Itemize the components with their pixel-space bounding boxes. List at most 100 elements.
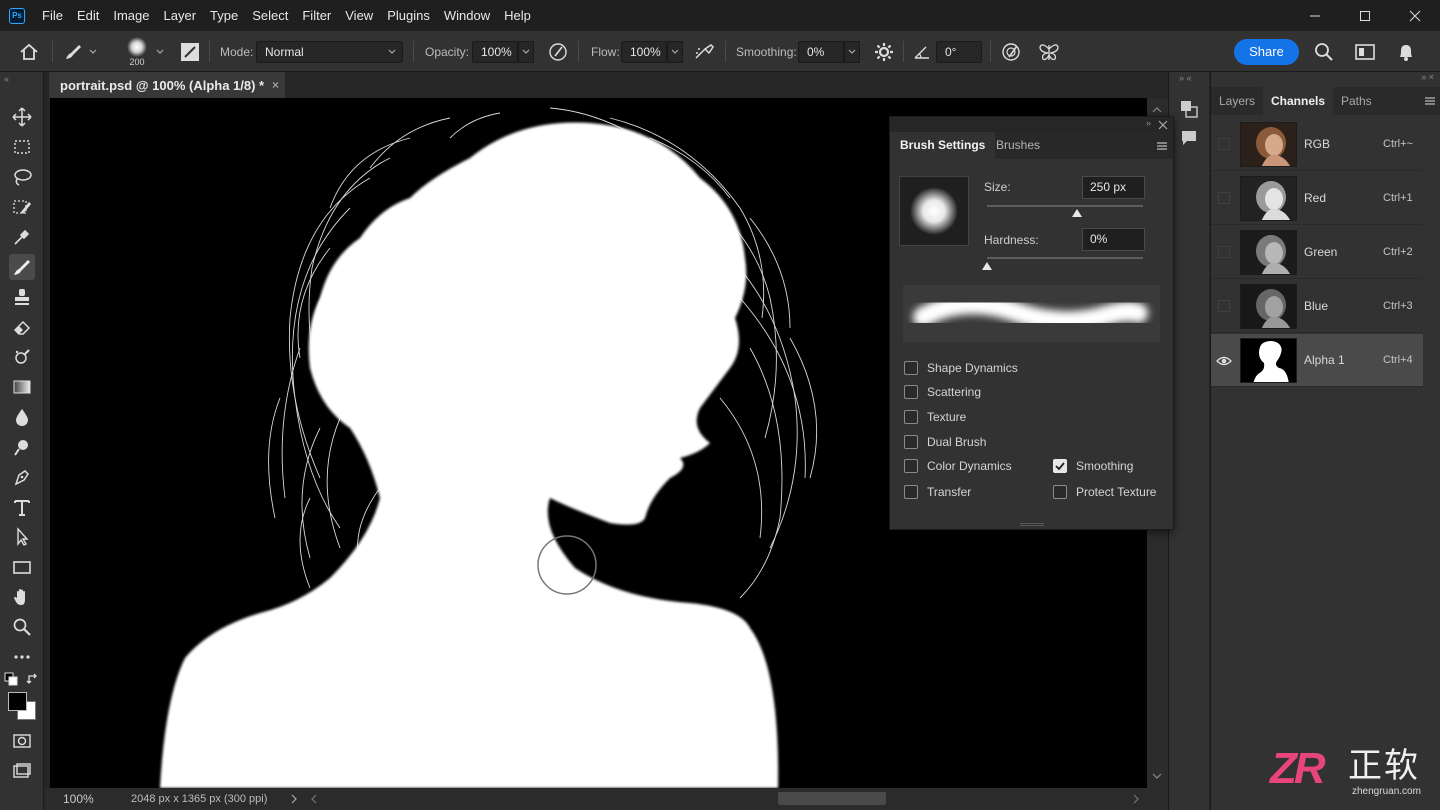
default-colors-button[interactable] (4, 672, 18, 686)
panel-menu-icon[interactable] (1155, 139, 1169, 153)
smoothing-checkbox[interactable] (1053, 459, 1067, 473)
eyedropper-tool[interactable] (9, 224, 35, 250)
collapse-toolbar-icon[interactable]: « (4, 74, 9, 84)
size-slider-handle[interactable] (1072, 209, 1083, 217)
option-scattering[interactable]: Scattering (904, 383, 981, 401)
option-dual-brush[interactable]: Dual Brush (904, 433, 986, 451)
texture-checkbox[interactable] (904, 410, 918, 424)
expand-panels-icon[interactable]: » « (1179, 73, 1192, 83)
minimize-button[interactable] (1290, 0, 1340, 31)
quick-mask-button[interactable] (9, 728, 35, 754)
option-protect-texture[interactable]: Protect Texture (1053, 483, 1156, 501)
scroll-right-icon[interactable] (1131, 793, 1141, 805)
smoothing-options-button[interactable] (873, 31, 895, 72)
transfer-checkbox[interactable] (904, 485, 918, 499)
collapse-panel-icon[interactable]: » × (1421, 72, 1434, 82)
tab-brushes[interactable]: Brushes (986, 132, 1050, 159)
panel-menu-icon[interactable] (1423, 94, 1437, 108)
option-texture[interactable]: Texture (904, 408, 966, 426)
dodge-tool[interactable] (9, 434, 35, 460)
blur-tool[interactable] (9, 404, 35, 430)
foreground-color-swatch[interactable] (8, 692, 27, 711)
menu-edit[interactable]: Edit (70, 0, 106, 31)
share-button[interactable]: Share (1234, 39, 1299, 65)
tab-channels[interactable]: Channels (1263, 87, 1334, 115)
size-slider-track[interactable] (987, 205, 1143, 207)
airbrush-button[interactable] (693, 31, 717, 72)
channel-row-blue[interactable]: Blue Ctrl+3 (1211, 280, 1423, 333)
paint-bucket-tool[interactable] (9, 344, 35, 370)
marquee-tool[interactable] (9, 134, 35, 160)
pen-tool[interactable] (9, 464, 35, 490)
option-transfer[interactable]: Transfer (904, 483, 971, 501)
channel-row-green[interactable]: Green Ctrl+2 (1211, 226, 1423, 279)
collapse-panel-icon[interactable]: » (1146, 118, 1151, 128)
rectangle-tool[interactable] (9, 554, 35, 580)
shape-dynamics-checkbox[interactable] (904, 361, 918, 375)
chevron-right-icon[interactable] (289, 793, 299, 805)
scattering-checkbox[interactable] (904, 385, 918, 399)
option-shape-dynamics[interactable]: Shape Dynamics (904, 359, 1018, 377)
eye-icon[interactable] (1216, 353, 1232, 369)
tool-preset-picker[interactable] (62, 31, 98, 72)
brush-tool[interactable] (9, 254, 35, 280)
channel-row-rgb[interactable]: RGB Ctrl+~ (1211, 118, 1423, 171)
close-document-button[interactable]: × (272, 78, 279, 92)
close-panel-icon[interactable] (1158, 120, 1168, 130)
protect-texture-checkbox[interactable] (1053, 485, 1067, 499)
angle-field[interactable]: 0° (936, 31, 982, 72)
mode-select[interactable]: Normal (256, 31, 403, 72)
menu-select[interactable]: Select (245, 0, 295, 31)
opacity-field[interactable]: 100% (472, 31, 534, 72)
size-field[interactable]: 250 px (1082, 176, 1145, 199)
gradient-tool[interactable] (9, 374, 35, 400)
edit-toolbar-button[interactable] (9, 644, 35, 670)
visibility-toggle[interactable] (1218, 192, 1230, 204)
resize-grip[interactable] (1020, 523, 1044, 526)
menu-window[interactable]: Window (437, 0, 497, 31)
flow-field[interactable]: 100% (621, 31, 683, 72)
smoothing-dropdown[interactable] (844, 40, 860, 63)
opacity-dropdown[interactable] (518, 40, 534, 63)
menu-type[interactable]: Type (203, 0, 245, 31)
clone-stamp-tool[interactable] (9, 284, 35, 310)
maximize-button[interactable] (1340, 0, 1390, 31)
visibility-toggle[interactable] (1218, 138, 1230, 150)
eraser-tool[interactable] (9, 314, 35, 340)
notifications-button[interactable] (1396, 31, 1416, 72)
pressure-size-button[interactable] (1000, 31, 1022, 72)
screen-mode-button[interactable] (9, 758, 35, 784)
menu-plugins[interactable]: Plugins (380, 0, 437, 31)
symmetry-button[interactable] (1037, 31, 1061, 72)
scroll-left-icon[interactable] (309, 793, 319, 805)
visibility-toggle[interactable] (1218, 300, 1230, 312)
horizontal-scroll-thumb[interactable] (778, 792, 886, 805)
workspace-button[interactable] (1354, 31, 1376, 72)
channel-row-alpha-1[interactable]: Alpha 1 Ctrl+4 (1211, 334, 1423, 387)
brush-settings-toggle[interactable] (180, 31, 200, 72)
panel-header[interactable]: » (890, 117, 1173, 132)
tab-layers[interactable]: Layers (1211, 87, 1263, 115)
zoom-level[interactable]: 100% (63, 792, 94, 806)
visibility-toggle[interactable] (1218, 246, 1230, 258)
hand-tool[interactable] (9, 584, 35, 610)
close-window-button[interactable] (1390, 0, 1440, 31)
type-tool[interactable] (9, 494, 35, 520)
zoom-tool[interactable] (9, 614, 35, 640)
history-panel-button[interactable] (1179, 99, 1199, 119)
menu-help[interactable]: Help (497, 0, 538, 31)
menu-layer[interactable]: Layer (157, 0, 204, 31)
dual-brush-checkbox[interactable] (904, 435, 918, 449)
home-button[interactable] (18, 31, 40, 72)
hardness-field[interactable]: 0% (1082, 228, 1145, 251)
comments-panel-button[interactable] (1179, 128, 1199, 148)
flow-dropdown[interactable] (667, 40, 683, 63)
document-tab[interactable]: portrait.psd @ 100% (Alpha 1/8) * × (49, 72, 285, 98)
option-color-dynamics[interactable]: Color Dynamics (904, 457, 1012, 475)
brush-preset-picker[interactable]: 200 (124, 31, 150, 72)
pressure-opacity-button[interactable] (547, 31, 569, 72)
hardness-slider-track[interactable] (987, 257, 1143, 259)
object-selection-tool[interactable] (9, 194, 35, 220)
menu-file[interactable]: File (35, 0, 70, 31)
color-dynamics-checkbox[interactable] (904, 459, 918, 473)
